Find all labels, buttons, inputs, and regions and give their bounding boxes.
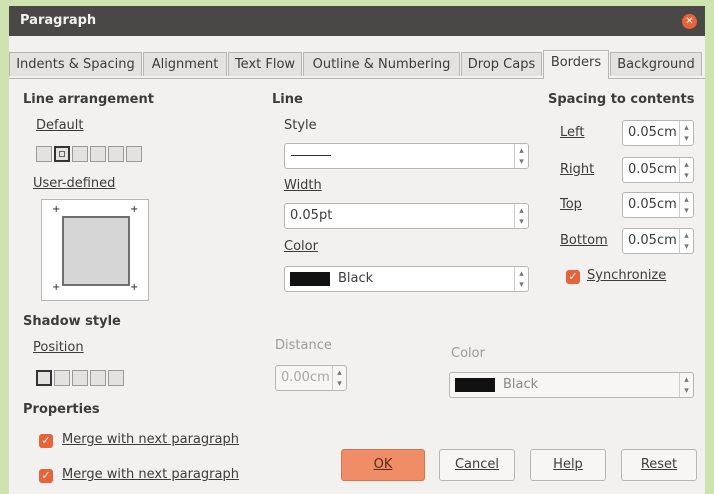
spin-arrows-icon[interactable]: ▴ ▾ xyxy=(679,158,693,182)
line-width-value: 0.05pt xyxy=(290,208,333,223)
tab-borders[interactable]: Borders xyxy=(543,50,609,79)
shadow-top-right[interactable] xyxy=(72,370,88,386)
right-spacing-value: 0.05cm xyxy=(628,162,677,177)
color-swatch xyxy=(455,377,495,392)
preset-top-bottom[interactable] xyxy=(108,146,124,162)
shadow-bottom-right[interactable] xyxy=(54,370,70,386)
bottom-spacing-value: 0.05cm xyxy=(628,233,677,248)
tab-bar: Indents & Spacing Alignment Text Flow Ou… xyxy=(9,50,705,79)
top-spacing-value: 0.05cm xyxy=(628,197,677,212)
shadow-color-select[interactable]: Black ▴ ▾ xyxy=(449,372,694,398)
color-label: Color xyxy=(284,239,318,254)
reset-button[interactable]: Reset xyxy=(621,449,697,481)
tab-drop-caps[interactable]: Drop Caps xyxy=(461,52,542,76)
merge-checkbox-1[interactable]: ✓ xyxy=(39,434,53,448)
shadow-style-heading: Shadow style xyxy=(23,314,121,329)
position-label: Position xyxy=(33,340,84,355)
right-spacing-field[interactable]: 0.05cm ▴ ▾ xyxy=(622,157,694,183)
tab-text-flow[interactable]: Text Flow xyxy=(228,52,302,76)
paragraph-dialog: Indents & Spacing Alignment Text Flow Ou… xyxy=(9,36,705,494)
preset-box-shadow[interactable] xyxy=(72,146,88,162)
left-spacing-value: 0.05cm xyxy=(628,125,677,140)
user-defined-label: User-defined xyxy=(33,176,116,191)
merge-checkbox-2[interactable]: ✓ xyxy=(39,469,53,483)
bottom-label: Bottom xyxy=(560,233,608,248)
line-style-sample xyxy=(291,155,331,156)
line-color-select[interactable]: Black ▴ ▾ xyxy=(284,266,529,292)
shadow-bottom-left[interactable] xyxy=(90,370,106,386)
dropdown-arrows-icon: ▴ ▾ xyxy=(679,373,693,397)
preset-left-right[interactable] xyxy=(126,146,142,162)
style-label: Style xyxy=(284,118,317,133)
line-width-field[interactable]: 0.05pt ▴ ▾ xyxy=(284,203,529,229)
spin-arrows-icon[interactable]: ▴ ▾ xyxy=(514,204,528,228)
left-spacing-field[interactable]: 0.05cm ▴ ▾ xyxy=(622,120,694,146)
bottom-spacing-field[interactable]: 0.05cm ▴ ▾ xyxy=(622,228,694,254)
shadow-color-label: Color xyxy=(451,346,485,361)
dropdown-arrows-icon: ▴ ▾ xyxy=(514,267,528,291)
line-color-value: Black xyxy=(338,271,374,286)
properties-heading: Properties xyxy=(23,402,100,417)
tab-alignment[interactable]: Alignment xyxy=(143,52,227,76)
left-label: Left xyxy=(560,125,585,140)
corner-mark-icon: + xyxy=(130,204,139,215)
spacing-heading: Spacing to contents xyxy=(548,92,695,107)
shadow-distance-field[interactable]: 0.00cm ▴ ▾ xyxy=(275,365,347,391)
tab-indents-spacing[interactable]: Indents & Spacing xyxy=(9,52,142,76)
default-presets xyxy=(36,146,142,162)
width-label: Width xyxy=(284,178,322,193)
shadow-color-value: Black xyxy=(503,377,539,392)
help-button[interactable]: Help xyxy=(530,449,606,481)
spin-arrows-icon[interactable]: ▴ ▾ xyxy=(332,366,346,390)
corner-mark-icon: + xyxy=(52,282,61,293)
shadow-distance-value: 0.00cm xyxy=(281,370,330,385)
tab-outline-numbering[interactable]: Outline & Numbering xyxy=(303,52,460,76)
default-label: Default xyxy=(36,118,84,133)
preview-page xyxy=(62,216,130,286)
dropdown-arrows-icon: ▴ ▾ xyxy=(514,144,528,168)
ok-button[interactable]: OK xyxy=(341,449,425,481)
shadow-top-left[interactable] xyxy=(108,370,124,386)
border-preview[interactable]: + + + + xyxy=(41,199,149,301)
corner-mark-icon: + xyxy=(130,282,139,293)
spin-arrows-icon[interactable]: ▴ ▾ xyxy=(679,193,693,217)
synchronize-checkbox[interactable]: ✓ xyxy=(566,270,580,284)
window-title: Paragraph xyxy=(20,13,97,28)
top-spacing-field[interactable]: 0.05cm ▴ ▾ xyxy=(622,192,694,218)
top-label: Top xyxy=(560,197,582,212)
line-heading: Line xyxy=(272,92,303,107)
cancel-button[interactable]: Cancel xyxy=(439,449,515,481)
merge-label-1: Merge with next paragraph xyxy=(62,432,239,447)
synchronize-label: Synchronize xyxy=(587,268,667,283)
spin-arrows-icon[interactable]: ▴ ▾ xyxy=(679,229,693,253)
color-swatch xyxy=(290,271,330,286)
preset-box-thick[interactable] xyxy=(90,146,106,162)
line-arrangement-heading: Line arrangement xyxy=(23,92,154,107)
shadow-position-presets xyxy=(36,370,124,386)
preset-box[interactable] xyxy=(54,146,70,162)
close-icon[interactable]: ✕ xyxy=(682,14,697,29)
tab-background[interactable]: Background xyxy=(610,52,702,76)
shadow-none[interactable] xyxy=(36,370,52,386)
spin-arrows-icon[interactable]: ▴ ▾ xyxy=(679,121,693,145)
merge-label-2: Merge with next paragraph xyxy=(62,467,239,482)
right-label: Right xyxy=(560,162,595,177)
distance-label: Distance xyxy=(275,338,332,353)
line-style-select[interactable]: ▴ ▾ xyxy=(284,143,529,169)
preset-none[interactable] xyxy=(36,146,52,162)
corner-mark-icon: + xyxy=(52,204,61,215)
title-bar: Paragraph ✕ xyxy=(9,6,705,36)
